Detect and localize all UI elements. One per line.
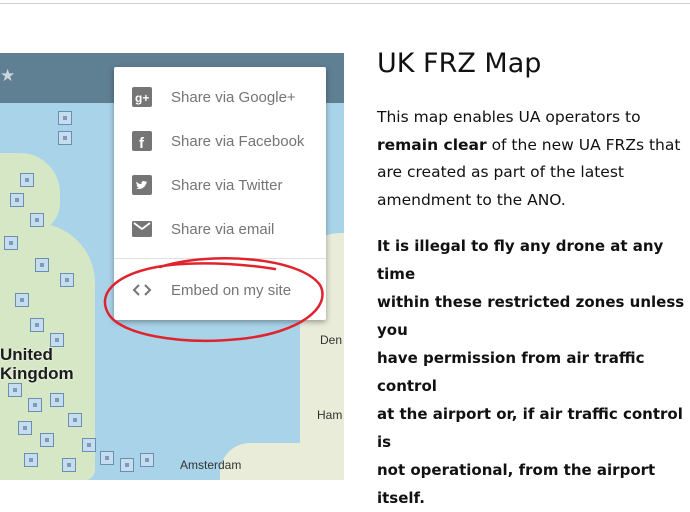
share-facebook-label: Share via Facebook (171, 132, 305, 150)
warning-line: not operational, from the airport itself… (377, 461, 656, 507)
frz-marker[interactable] (18, 421, 32, 435)
map-label-amsterdam: Amsterdam (180, 458, 242, 472)
frz-marker[interactable] (20, 173, 34, 187)
warning-line: at the airport or, if air traffic contro… (377, 405, 683, 451)
share-twitter-item[interactable]: Share via Twitter (114, 163, 326, 207)
share-google-plus-item[interactable]: g+ Share via Google+ (114, 75, 326, 119)
facebook-icon: f (131, 130, 153, 152)
frz-marker[interactable] (30, 213, 44, 227)
share-google-plus-label: Share via Google+ (171, 88, 296, 106)
frz-marker[interactable] (140, 453, 154, 467)
warning-line: within these restricted zones unless you (377, 293, 685, 339)
intro-line-2: of the new UA FRZs that (486, 135, 681, 154)
frz-marker[interactable] (35, 258, 49, 272)
star-icon[interactable]: ★ (0, 66, 15, 86)
annotation-ring (103, 257, 324, 342)
svg-text:g+: g+ (135, 91, 149, 105)
warning-paragraph: It is illegal to fly any drone at any ti… (377, 232, 690, 512)
top-divider (0, 3, 690, 4)
intro-bold: remain clear (377, 135, 487, 154)
page-title: UK FRZ Map (377, 48, 542, 79)
warning-line: It is illegal to fly any drone at any ti… (377, 237, 664, 283)
map-label-uk-line2: Kingdom (0, 364, 74, 383)
frz-marker[interactable] (30, 318, 44, 332)
frz-marker[interactable] (8, 383, 22, 397)
frz-marker[interactable] (24, 453, 38, 467)
frz-marker[interactable] (100, 451, 114, 465)
intro-line-4: amendment to the ANO. (377, 190, 566, 209)
frz-marker[interactable] (82, 438, 96, 452)
intro-line-3: are created as part of the latest (377, 163, 624, 181)
share-email-label: Share via email (171, 220, 275, 238)
twitter-icon (131, 174, 153, 196)
frz-marker[interactable] (50, 393, 64, 407)
frz-marker[interactable] (10, 193, 24, 207)
map-label-uk-line1: United (0, 345, 53, 364)
frz-marker[interactable] (68, 413, 82, 427)
share-facebook-item[interactable]: f Share via Facebook (114, 119, 326, 163)
map-label-ham: Ham (317, 408, 343, 422)
frz-marker[interactable] (60, 273, 74, 287)
email-icon (131, 218, 153, 240)
frz-marker[interactable] (58, 131, 72, 145)
share-email-item[interactable]: Share via email (114, 207, 326, 251)
intro-line-1: This map enables UA operators to (377, 108, 641, 126)
share-twitter-label: Share via Twitter (171, 176, 283, 194)
frz-marker[interactable] (28, 398, 42, 412)
frz-marker[interactable] (120, 458, 134, 472)
map-label-uk: United Kingdom (0, 345, 74, 383)
frz-marker[interactable] (40, 433, 54, 447)
frz-marker[interactable] (4, 236, 18, 250)
frz-marker[interactable] (58, 111, 72, 125)
warning-line: have permission from air traffic control (377, 349, 645, 395)
frz-marker[interactable] (62, 458, 76, 472)
google-plus-icon: g+ (131, 86, 153, 108)
frz-marker[interactable] (15, 293, 29, 307)
intro-paragraph: This map enables UA operators to remain … (377, 104, 690, 214)
